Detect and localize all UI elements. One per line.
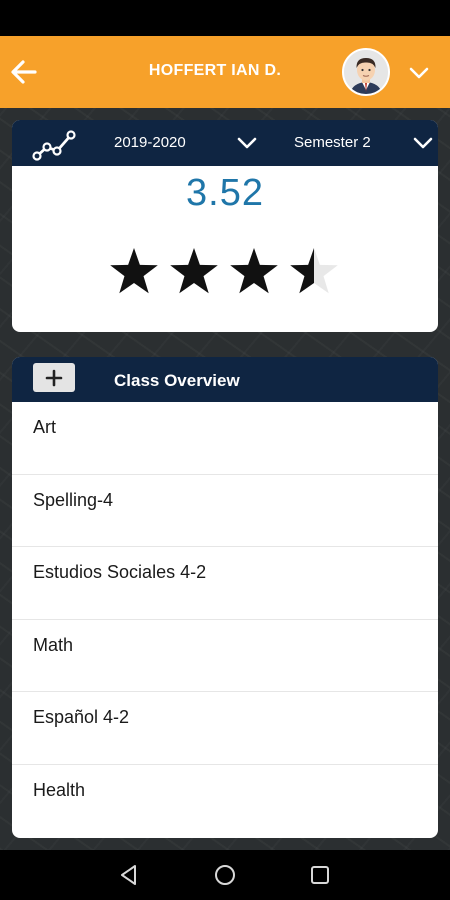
semester-select[interactable]: Semester 2 — [294, 134, 371, 151]
back-button[interactable] — [4, 52, 44, 92]
class-item-art[interactable]: Art — [12, 402, 438, 475]
gpa-card-header: 2019-2020 Semester 2 — [12, 120, 438, 166]
class-overview-header: Class Overview — [12, 357, 438, 402]
arrow-left-icon — [11, 60, 37, 84]
avatar[interactable] — [342, 48, 390, 96]
star-full — [110, 248, 158, 294]
status-bar — [0, 0, 450, 36]
chevron-down-icon[interactable] — [234, 130, 260, 156]
school-year-select[interactable]: 2019-2020 — [114, 134, 186, 151]
nav-recents-icon[interactable] — [307, 862, 333, 888]
class-list: Art Spelling-4 Estudios Sociales 4-2 Mat… — [12, 402, 438, 837]
profile-menu-button[interactable] — [404, 58, 434, 88]
chevron-down-icon — [409, 67, 429, 79]
student-name: HOFFERT IAN D. — [148, 62, 282, 79]
system-nav-bar — [0, 850, 450, 900]
class-item-math[interactable]: Math — [12, 620, 438, 692]
trend-chart-icon — [32, 130, 76, 161]
gpa-card: 2019-2020 Semester 2 3.52 — [12, 120, 438, 332]
class-item-spelling[interactable]: Spelling-4 — [12, 475, 438, 547]
nav-home-icon[interactable] — [212, 862, 238, 888]
plus-icon — [45, 369, 63, 386]
avatar-illustration — [344, 50, 388, 94]
app-bar: HOFFERT IAN D. — [0, 36, 450, 108]
class-item-estudios-sociales[interactable]: Estudios Sociales 4-2 — [12, 547, 438, 620]
expand-button[interactable] — [33, 363, 75, 392]
class-item-espanol[interactable]: Español 4-2 — [12, 692, 438, 765]
nav-back-icon[interactable] — [116, 862, 142, 888]
star-full — [230, 248, 278, 294]
class-item-health[interactable]: Health — [12, 765, 438, 838]
star-rating — [110, 248, 338, 294]
star-full — [170, 248, 218, 294]
class-overview-title: Class Overview — [114, 371, 240, 390]
class-overview-card: Class Overview Art Spelling-4 Estudios S… — [12, 357, 438, 838]
gpa-value: 3.52 — [186, 172, 264, 214]
chevron-down-icon[interactable] — [410, 130, 436, 156]
